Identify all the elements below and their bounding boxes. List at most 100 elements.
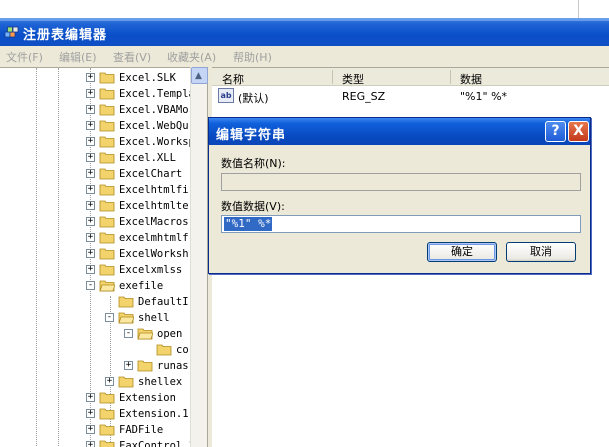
tree-item[interactable]: + Excel.SLK [0, 70, 190, 86]
tree-item[interactable]: DefaultI [0, 294, 190, 310]
value-data-field[interactable]: "%1" %* [221, 215, 581, 233]
string-value-icon: ab [218, 88, 234, 103]
list-item[interactable]: ab (默认) REG_SZ "%1" %* [216, 88, 606, 105]
expand-icon[interactable]: + [86, 73, 95, 82]
menu-favorites[interactable]: 收藏夹(A) [167, 49, 216, 65]
close-icon: X [573, 123, 584, 139]
expand-icon[interactable]: + [86, 441, 95, 447]
close-button[interactable]: X [568, 121, 589, 142]
folder-icon [99, 264, 115, 276]
tree-item-label: Excelxmlss [119, 264, 183, 276]
open-folder-icon [99, 280, 115, 292]
desktop-strip [0, 0, 609, 18]
tree-item-label: ExcelWorksh [119, 248, 189, 260]
tree-item[interactable]: + FADFile [0, 422, 190, 438]
collapse-icon[interactable]: - [86, 281, 95, 290]
tree-item-label: Excel.SLK [119, 72, 176, 84]
expand-icon[interactable]: + [86, 121, 95, 130]
tree-item[interactable]: co [0, 342, 190, 358]
value-name-field[interactable] [221, 173, 581, 191]
expand-icon[interactable]: + [86, 425, 95, 434]
expand-icon[interactable]: + [86, 201, 95, 210]
expand-icon[interactable]: + [86, 105, 95, 114]
column-name[interactable]: 名称 [222, 71, 244, 87]
tree-item-label: shellex [138, 376, 183, 388]
tree-item[interactable]: + Excel.Worksp [0, 134, 195, 150]
dialog-title-bar[interactable]: 编辑字符串 ? X [209, 118, 590, 145]
expand-icon[interactable]: + [105, 377, 114, 386]
column-data[interactable]: 数据 [460, 71, 482, 87]
menu-view[interactable]: 查看(V) [113, 49, 151, 65]
registry-tree[interactable]: + Excel.SLK + Excel.Templa + Excel.VBAMo + Exce… [0, 67, 208, 447]
tree-item-label: co [176, 344, 189, 356]
expand-icon[interactable]: + [86, 409, 95, 418]
tree-item[interactable]: + Excel.Templa [0, 86, 195, 102]
cancel-button[interactable]: 取消 [506, 242, 576, 262]
expand-icon[interactable]: + [86, 265, 95, 274]
tree-item[interactable]: + Excel.WebQu [0, 118, 190, 134]
tree-item[interactable]: + runas [0, 358, 190, 374]
tree-item[interactable]: + Excel.XLL [0, 150, 190, 166]
value-data: "%1" %* [460, 90, 508, 103]
menu-help[interactable]: 帮助(H) [233, 49, 272, 65]
open-folder-icon [118, 312, 134, 324]
tree-item-label: Excelhtmlfi [119, 184, 189, 196]
tree-item-label: ExcelMacros [119, 216, 189, 228]
menu-bar: 文件(F) 编辑(E) 查看(V) 收藏夹(A) 帮助(H) [0, 46, 609, 66]
tree-scrollbar[interactable]: ▲ [190, 67, 208, 447]
tree-item-label: excelmhtmlf [119, 232, 189, 244]
expand-icon[interactable]: + [86, 169, 95, 178]
folder-icon [99, 216, 115, 228]
expand-icon[interactable]: + [86, 153, 95, 162]
tree-item[interactable]: - shell [0, 310, 190, 326]
tree-item-label: Excel.XLL [119, 152, 176, 164]
tree-item[interactable]: + excelmhtmlf [0, 230, 190, 246]
menu-edit[interactable]: 编辑(E) [59, 49, 97, 65]
expand-icon[interactable]: + [86, 89, 95, 98]
folder-icon [99, 168, 115, 180]
column-type[interactable]: 类型 [342, 71, 364, 87]
folder-icon [99, 200, 115, 212]
expand-icon[interactable]: + [124, 361, 133, 370]
tree-item[interactable]: - exefile [0, 278, 190, 294]
tree-item[interactable]: + Extension.1 [0, 406, 190, 422]
expand-icon[interactable]: + [86, 249, 95, 258]
tree-item-label: Excel.VBAMo [119, 104, 189, 116]
tree-item-label: Excel.Worksp [119, 136, 195, 148]
help-button[interactable]: ? [545, 121, 566, 142]
folder-icon [118, 296, 134, 308]
expand-icon[interactable]: + [86, 217, 95, 226]
tree-item[interactable]: + shellex [0, 374, 190, 390]
expand-icon[interactable]: + [86, 185, 95, 194]
menu-file[interactable]: 文件(F) [6, 49, 43, 65]
tree-item-label: Extension.1 [119, 408, 189, 420]
expand-icon[interactable]: + [86, 137, 95, 146]
tree-item[interactable]: + ExcelChart [0, 166, 190, 182]
tree-item[interactable]: + Excelxmlss [0, 262, 190, 278]
folder-icon [99, 88, 115, 100]
window-title: 注册表编辑器 [23, 28, 108, 43]
scroll-up-button[interactable]: ▲ [191, 67, 208, 84]
tree-item[interactable]: - open [0, 326, 190, 342]
title-bar[interactable]: 注册表编辑器 [0, 18, 609, 46]
ok-button[interactable]: 确定 [427, 242, 497, 262]
tree-item-label: shell [138, 312, 170, 324]
tree-item-label: runas [157, 360, 189, 372]
tree-item[interactable]: + Excel.VBAMo [0, 102, 190, 118]
tree-item[interactable]: + ExcelMacros [0, 214, 190, 230]
dialog-title: 编辑字符串 [216, 128, 287, 143]
tree-item[interactable]: + ExcelWorksh [0, 246, 190, 262]
tree-item-label: open [157, 328, 183, 340]
tree-item[interactable]: + Excelhtmlfi [0, 182, 190, 198]
question-icon: ? [551, 123, 560, 139]
folder-icon [99, 136, 115, 148]
value-type: REG_SZ [342, 90, 386, 103]
folder-icon [99, 232, 115, 244]
tree-item[interactable]: + Excelhtmlte [0, 198, 190, 214]
collapse-icon[interactable]: - [105, 313, 114, 322]
tree-item[interactable]: + FaxControl.1 [0, 438, 195, 447]
expand-icon[interactable]: + [86, 393, 95, 402]
collapse-icon[interactable]: - [124, 329, 133, 338]
tree-item[interactable]: + Extension [0, 390, 190, 406]
expand-icon[interactable]: + [86, 233, 95, 242]
